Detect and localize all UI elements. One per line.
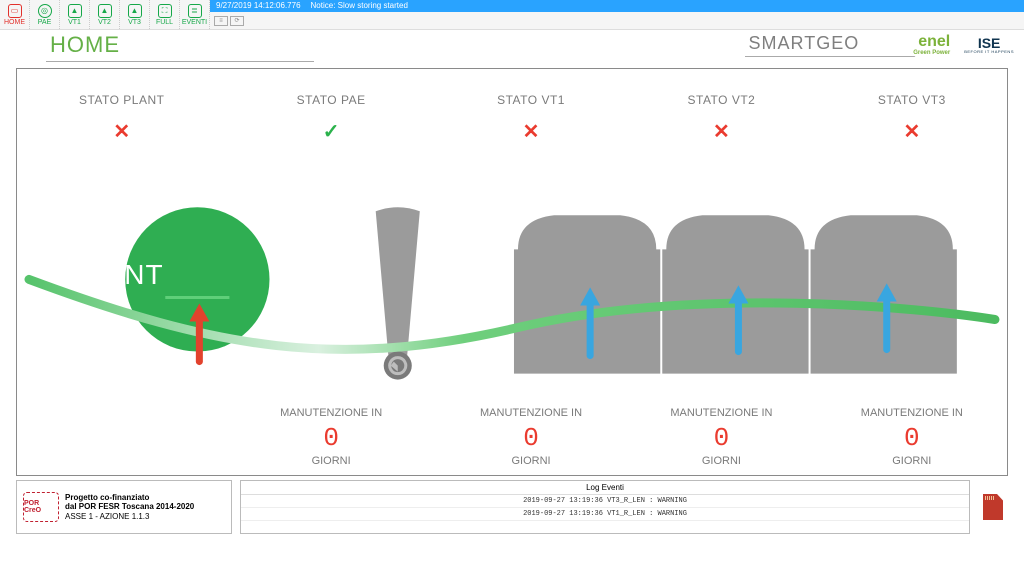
footer-project-title: Progetto co-finanziato bbox=[65, 493, 149, 502]
footer-log-title: Log Eventi bbox=[241, 481, 969, 495]
tower-icon: ▲ bbox=[128, 4, 142, 18]
footer-log-box: Log Eventi 2019-09-27 13:19:36 VT3_R_LEN… bbox=[240, 480, 970, 534]
toolbar-item-label: VT1 bbox=[68, 19, 81, 26]
footer-project-line2: dal POR FESR Toscana 2014-2020 bbox=[65, 502, 194, 511]
toolbar-item-label: VT2 bbox=[98, 19, 111, 26]
log-row: 2019-09-27 13:19:36 VT3_R_LEN : WARNING bbox=[241, 495, 969, 508]
maint-label-vt3: MANUTENZIONE IN bbox=[861, 407, 963, 419]
maintenance-days-row: 0 0 0 0 bbox=[17, 423, 1007, 453]
mini-control-icon[interactable]: ⟳ bbox=[230, 16, 244, 26]
monitor-icon: ▭ bbox=[8, 4, 22, 18]
toolbar-item-label: HOME bbox=[4, 19, 25, 26]
toolbar-item-label: EVENTI bbox=[182, 19, 207, 26]
unit-vt2: GIORNI bbox=[702, 455, 741, 467]
notice-bar: 9/27/2019 14:12:06.776 Notice: Slow stor… bbox=[210, 0, 1024, 12]
toolbar-item-label: PAE bbox=[38, 19, 52, 26]
footer-project-line3: ASSE 1 - AZIONE 1.1.3 bbox=[65, 512, 149, 521]
tower-icon: ▲ bbox=[68, 4, 82, 18]
toolbar-item-vt2[interactable]: ▲ VT2 bbox=[90, 0, 120, 29]
days-pae: 0 bbox=[323, 423, 339, 453]
label-plant: STATO PLANT bbox=[79, 93, 165, 107]
toolbar-mini-controls: ≡ ⟳ bbox=[210, 12, 1024, 30]
x-icon: ✕ bbox=[523, 121, 540, 143]
toolbar-item-pae[interactable]: ◎ PAE bbox=[30, 0, 60, 29]
days-vt3: 0 bbox=[904, 423, 920, 453]
tower-icon: ▲ bbox=[98, 4, 112, 18]
maint-label-vt2: MANUTENZIONE IN bbox=[670, 407, 772, 419]
check-icon: ✓ bbox=[323, 121, 340, 143]
toolbar-item-vt1[interactable]: ▲ VT1 bbox=[60, 0, 90, 29]
brand-enel: enel Green Power bbox=[913, 34, 950, 56]
header: HOME SMARTGEO enel Green Power ISE BEFOR… bbox=[0, 30, 1024, 60]
plant-circle-label: PLANT bbox=[17, 259, 215, 291]
status-labels-row: STATO PLANT STATO PAE STATO VT1 STATO VT… bbox=[17, 93, 1007, 107]
brand-app: SMARTGEO bbox=[745, 33, 900, 57]
label-vt3: STATO VT3 bbox=[878, 93, 946, 107]
toolbar-item-vt3[interactable]: ▲ VT3 bbox=[120, 0, 150, 29]
mini-control-icon[interactable]: ≡ bbox=[214, 16, 228, 26]
x-icon: ✕ bbox=[903, 121, 920, 143]
label-vt1: STATO VT1 bbox=[497, 93, 565, 107]
brand-enel-text: enel bbox=[918, 34, 950, 50]
por-creo-logo-icon: POR CreO bbox=[23, 492, 59, 522]
toolbar-item-full[interactable]: ⛶ FULL bbox=[150, 0, 180, 29]
page-title: HOME bbox=[50, 32, 120, 58]
days-vt1: 0 bbox=[523, 423, 539, 453]
log-row: 2019-09-27 13:19:36 VT1_R_LEN : WARNING bbox=[241, 508, 969, 521]
brand-ise: ISE BEFORE IT HAPPENS bbox=[964, 36, 1014, 54]
unit-vt1: GIORNI bbox=[511, 455, 550, 467]
label-vt2: STATO VT2 bbox=[688, 93, 756, 107]
maint-label-pae: MANUTENZIONE IN bbox=[280, 407, 382, 419]
status-icons-row: ✕ ✓ ✕ ✕ ✕ bbox=[17, 119, 1007, 144]
days-vt2: 0 bbox=[714, 423, 730, 453]
maintenance-label-row: MANUTENZIONE IN MANUTENZIONE IN MANUTENZ… bbox=[17, 405, 1007, 419]
footer-sdcard[interactable] bbox=[978, 480, 1008, 534]
unit-vt3: GIORNI bbox=[892, 455, 931, 467]
toolbar-item-eventi[interactable]: ≣ EVENTI bbox=[180, 0, 210, 29]
toolbar-item-label: VT3 bbox=[128, 19, 141, 26]
maint-label-vt1: MANUTENZIONE IN bbox=[480, 407, 582, 419]
header-brands: SMARTGEO enel Green Power ISE BEFORE IT … bbox=[745, 33, 1014, 57]
footer: POR CreO Progetto co-finanziato dal POR … bbox=[16, 480, 1008, 534]
notice-text: Notice: Slow storing started bbox=[311, 1, 408, 10]
fullscreen-icon: ⛶ bbox=[158, 4, 172, 18]
brand-ise-text: ISE bbox=[978, 36, 1001, 50]
target-icon: ◎ bbox=[38, 4, 52, 18]
x-icon: ✕ bbox=[113, 121, 130, 143]
toolbar-right: 9/27/2019 14:12:06.776 Notice: Slow stor… bbox=[210, 0, 1024, 30]
brand-ise-sub: BEFORE IT HAPPENS bbox=[964, 50, 1014, 54]
footer-project-box: POR CreO Progetto co-finanziato dal POR … bbox=[16, 480, 232, 534]
notice-time: 9/27/2019 14:12:06.776 bbox=[216, 1, 301, 10]
list-icon: ≣ bbox=[188, 4, 202, 18]
x-icon: ✕ bbox=[713, 121, 730, 143]
brand-enel-sub: Green Power bbox=[913, 50, 950, 56]
toolbar-item-label: FULL bbox=[156, 19, 173, 26]
toolbar-item-home[interactable]: ▭ HOME bbox=[0, 0, 30, 29]
toolbar-icons: ▭ HOME ◎ PAE ▲ VT1 ▲ VT2 ▲ VT3 ⛶ FULL ≣ … bbox=[0, 0, 210, 29]
header-underline bbox=[46, 61, 314, 62]
maintenance-unit-row: GIORNI GIORNI GIORNI GIORNI bbox=[17, 453, 1007, 467]
toolbar: ▭ HOME ◎ PAE ▲ VT1 ▲ VT2 ▲ VT3 ⛶ FULL ≣ … bbox=[0, 0, 1024, 30]
footer-project-text: Progetto co-finanziato dal POR FESR Tosc… bbox=[65, 493, 194, 522]
unit-pae: GIORNI bbox=[312, 455, 351, 467]
sdcard-icon bbox=[983, 494, 1003, 520]
main-panel: STATO PLANT STATO PAE STATO VT1 STATO VT… bbox=[16, 68, 1008, 476]
label-pae: STATO PAE bbox=[297, 93, 366, 107]
